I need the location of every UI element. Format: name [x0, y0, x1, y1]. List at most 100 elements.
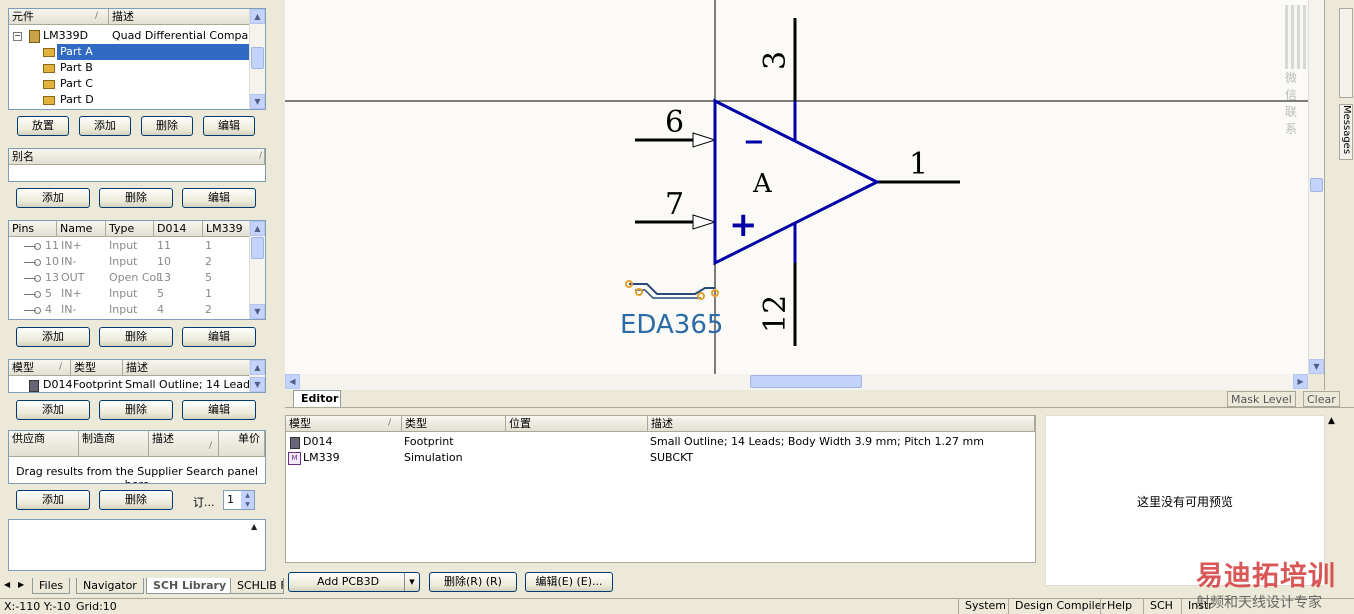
footprint-icon [29, 380, 39, 392]
status-panel-button[interactable]: System [958, 598, 1012, 614]
status-panel-button[interactable]: Help [1100, 598, 1138, 614]
bottom-type-col-header[interactable]: 类型 [402, 416, 506, 432]
dropdown-arrow-icon[interactable]: ▼ [404, 573, 419, 591]
pin-end-icon [34, 291, 41, 298]
price-col-header[interactable]: 单价 [219, 431, 265, 457]
pins-col-header[interactable]: Type [106, 221, 154, 237]
collapse-icon[interactable]: − [13, 32, 22, 41]
pins-scrollbar[interactable]: ▲ ▼ [249, 221, 265, 319]
pin-12-number: 12 [758, 295, 793, 333]
component-part-item[interactable]: Part D [9, 92, 249, 108]
part-icon [43, 48, 55, 57]
pins-buttons-2[interactable]: 编辑 [182, 327, 256, 347]
pin-row[interactable]: 11 IN+ Input 11 1 [9, 238, 249, 254]
qr-code-icon [1285, 5, 1308, 69]
pin-6-input-arrow [692, 132, 717, 148]
left-tab[interactable]: Navigator [76, 578, 144, 594]
models-buttons-1[interactable]: 删除 [99, 400, 173, 420]
pin-end-icon [34, 275, 41, 282]
bottom-desc-col-header[interactable]: 描述 [648, 416, 1035, 432]
component-part-item[interactable]: Part A [9, 44, 249, 60]
pin-7-number: 7 [665, 187, 684, 222]
bottom-model-row[interactable]: M LM339 Simulation SUBCKT [286, 450, 1035, 466]
schematic-canvas[interactable]: − + A 6 7 1 3 12 EDA365 微信联系 [285, 0, 1308, 374]
dock-tab-top[interactable] [1339, 8, 1353, 98]
component-part-item[interactable]: Part B [9, 60, 249, 76]
comp-buttons-0[interactable]: 放置 [17, 116, 69, 136]
tab-scroll-left-icon[interactable]: ◀ [4, 580, 10, 589]
spin-down-icon[interactable]: ▼ [241, 500, 254, 509]
models-buttons-0[interactable]: 添加 [16, 400, 90, 420]
pin-cell: IN+ [61, 239, 82, 252]
pins-col-header[interactable]: D014 [154, 221, 203, 237]
bottom-model-row[interactable]: D014 Footprint Small Outline; 14 Leads; … [286, 434, 1035, 450]
pin-7-input-arrow [692, 214, 717, 230]
preview-collapse-icon[interactable]: ▲ [1328, 416, 1335, 426]
dock-tab-messages[interactable]: Messages [1339, 104, 1353, 160]
alias-header[interactable]: 别名 [9, 149, 265, 165]
clear-button[interactable]: Clear [1303, 391, 1340, 407]
models-scrollbar[interactable]: ▲ ▼ [249, 360, 265, 392]
comp-buttons-2[interactable]: 删除 [141, 116, 193, 136]
desc-col-header[interactable]: 描述 [123, 360, 251, 376]
models-list-left: 模型 / 类型 描述 D014 Footprint Small Outline;… [8, 359, 266, 393]
supplier-col-header[interactable]: 供应商 [9, 431, 79, 457]
status-panel-button[interactable]: SCH [1143, 598, 1179, 614]
comp-buttons-3[interactable]: 编辑 [203, 116, 255, 136]
alias-buttons-2[interactable]: 编辑 [182, 188, 256, 208]
alias-buttons-0[interactable]: 添加 [16, 188, 90, 208]
component-name: LM339D [43, 29, 89, 42]
mask-level-button[interactable]: Mask Level [1227, 391, 1296, 407]
description-col-header[interactable]: 描述 [109, 9, 250, 25]
schematic-drawing: − + A 6 7 1 3 12 EDA365 [285, 0, 1308, 374]
component-list-scrollbar[interactable]: ▲ ▼ [249, 9, 265, 109]
edit-model-button[interactable]: 编辑(E) (E)... [525, 572, 613, 592]
pin-end-icon [34, 307, 41, 314]
component-part-item[interactable]: Part C [9, 76, 249, 92]
pins-col-header[interactable]: LM339 [203, 221, 250, 237]
left-tab[interactable]: Files [32, 578, 71, 594]
pin-row[interactable]: 4 IN- Input 4 2 [9, 302, 249, 318]
component-icon [29, 30, 40, 43]
supplier-buttons-0[interactable]: 添加 [16, 490, 90, 510]
pin-row[interactable]: 10 IN- Input 10 2 [9, 254, 249, 270]
pin-row[interactable]: 13 OUT Open Col 13 5 [9, 270, 249, 286]
alias-buttons-1[interactable]: 删除 [99, 188, 173, 208]
supplier-buttons-1[interactable]: 删除 [99, 490, 173, 510]
pin-cell: Input [109, 255, 138, 268]
pin-cell: Input [109, 287, 138, 300]
delete-model-button[interactable]: 删除(R) (R) [429, 572, 517, 592]
plus-sign: + [729, 205, 758, 245]
order-qty-spinner[interactable]: 1 ▲ ▼ [223, 490, 255, 510]
spin-up-icon[interactable]: ▲ [241, 491, 254, 500]
left-tab[interactable]: SCH Library [146, 578, 234, 594]
pin-cell: IN- [61, 303, 77, 316]
schematic-hscrollbar[interactable]: ◀ ▶ [285, 374, 1308, 390]
supplier-hint: Drag results from the Supplier Search pa… [16, 465, 258, 483]
part-icon [43, 80, 55, 89]
pins-buttons-0[interactable]: 添加 [16, 327, 90, 347]
type-col-header[interactable]: 类型 [71, 360, 123, 376]
models-buttons-2[interactable]: 编辑 [182, 400, 256, 420]
add-pcb3d-button[interactable]: Add PCB3D ▼ [288, 572, 420, 592]
status-panel-button[interactable]: Design Compiler [1008, 598, 1112, 614]
bottom-model-desc: Small Outline; 14 Leads; Body Width 3.9 … [650, 435, 984, 448]
pin-cell: 5 [45, 287, 52, 300]
schematic-vscrollbar[interactable]: ▼ [1308, 0, 1324, 374]
bottom-location-col-header[interactable]: 位置 [506, 416, 648, 432]
comp-buttons-1[interactable]: 添加 [79, 116, 131, 136]
tab-scroll-right-icon[interactable]: ▶ [18, 580, 24, 589]
left-tab[interactable]: SCHLIB F [230, 578, 284, 594]
editor-tab[interactable]: Editor [293, 390, 341, 407]
pins-col-header[interactable]: Name [57, 221, 106, 237]
manufacturer-col-header[interactable]: 制造商 [79, 431, 149, 457]
pin-row[interactable]: 5 IN+ Input 5 1 [9, 286, 249, 302]
component-tree-parent[interactable]: − LM339D Quad Differential Comparator [9, 28, 265, 44]
pins-buttons-1[interactable]: 删除 [99, 327, 173, 347]
sort-icon: / [388, 418, 392, 428]
component-col-header[interactable]: 元件 [9, 9, 109, 25]
extra-list-scrollbar[interactable]: ▲ [249, 520, 265, 570]
model-row[interactable]: D014 Footprint Small Outline; 14 Leads; … [9, 377, 251, 392]
bottom-model-col-header[interactable]: 模型 [286, 416, 402, 432]
pins-col-header[interactable]: Pins [9, 221, 57, 237]
